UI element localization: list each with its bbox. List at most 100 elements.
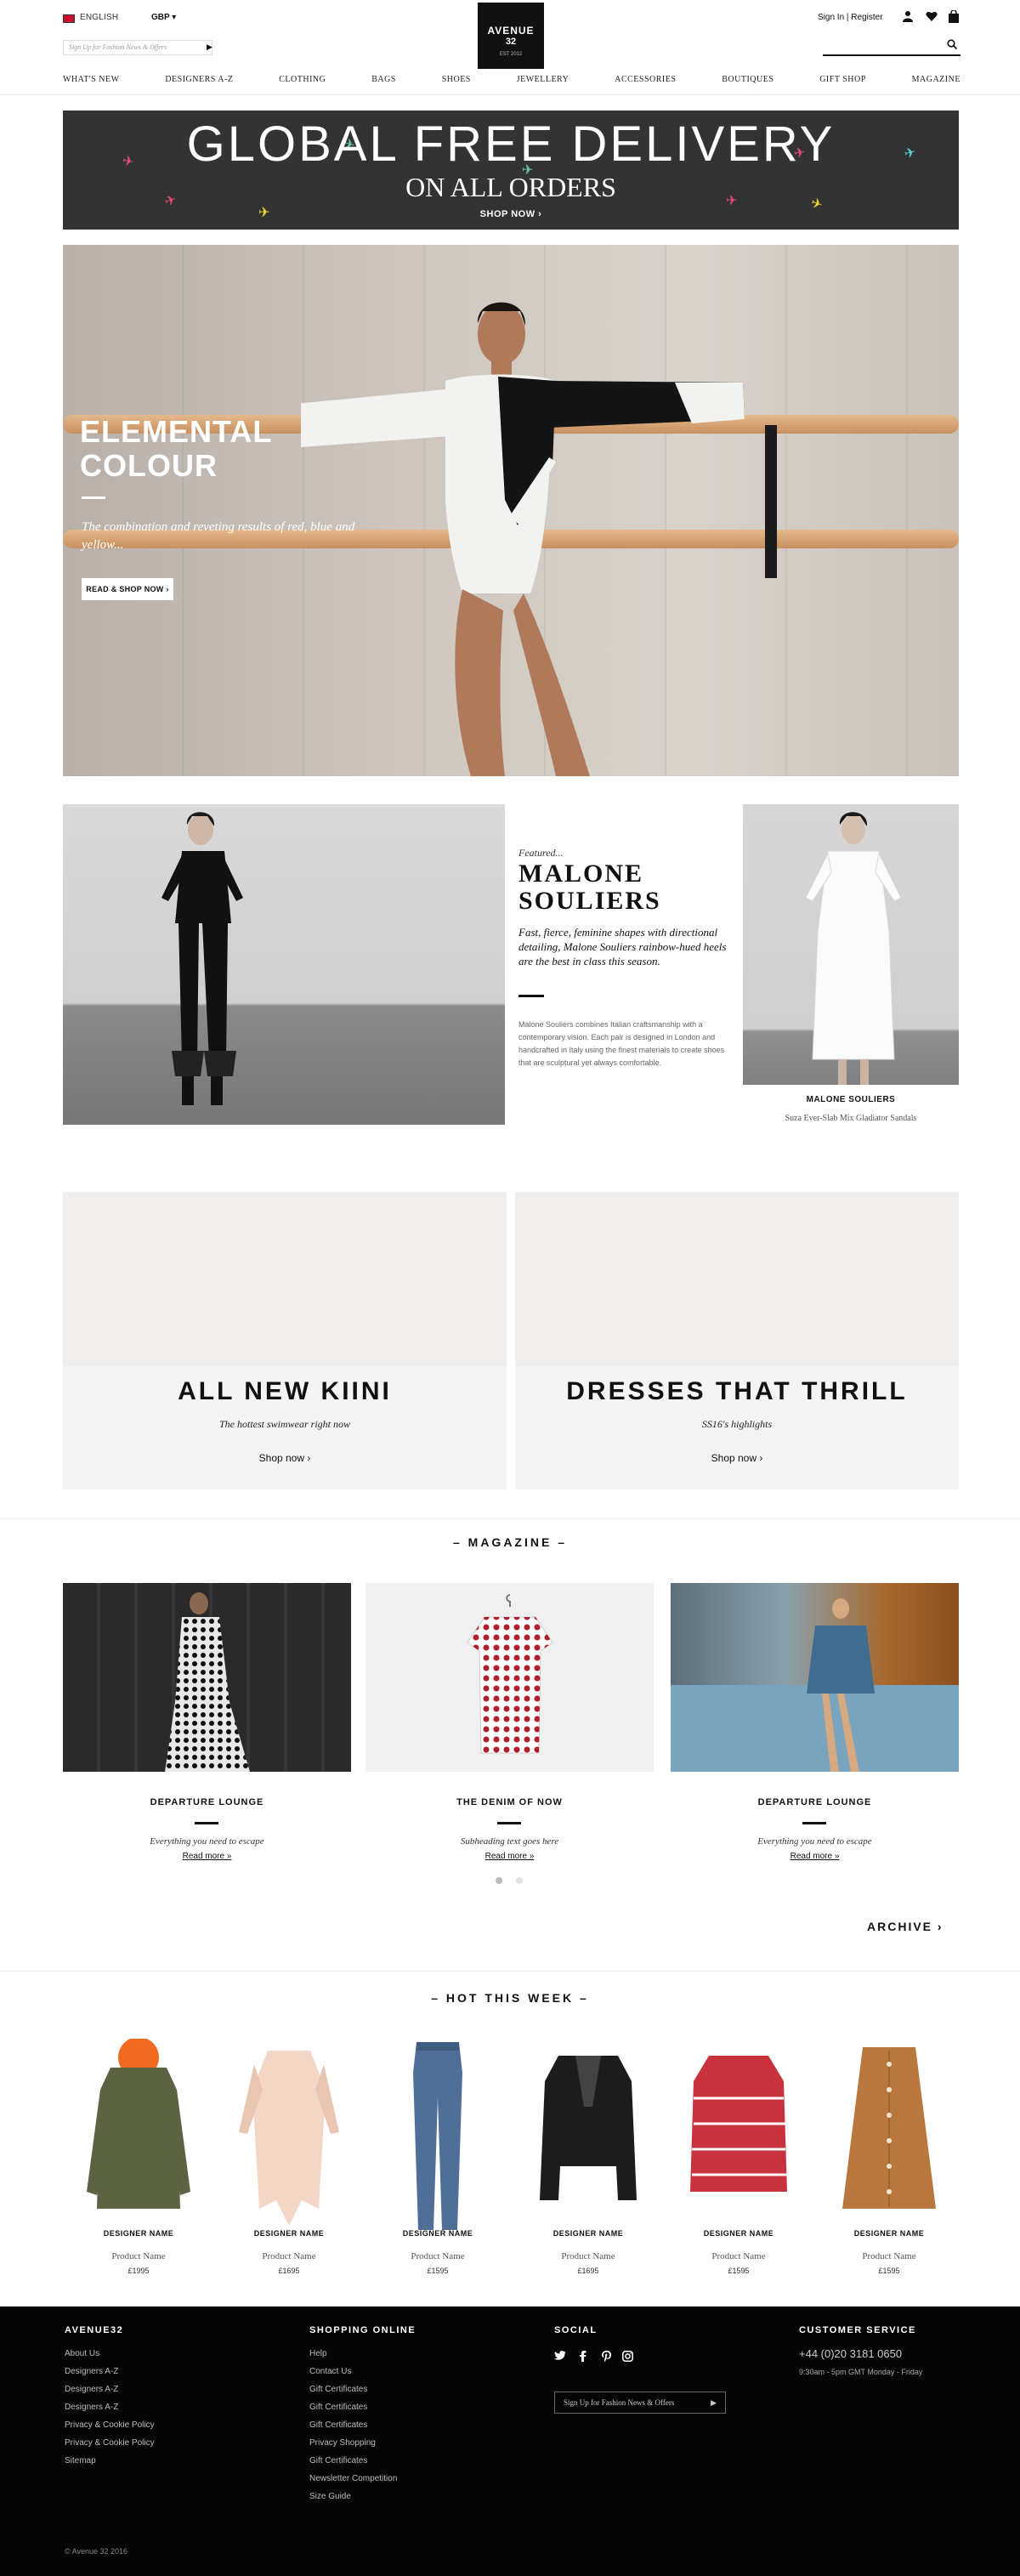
product-designer[interactable]: DESIGNER NAME [363,2229,513,2238]
product-image[interactable] [225,2039,353,2234]
product-name[interactable]: Product Name [513,2251,663,2261]
product-name[interactable]: Product Name [363,2251,513,2261]
site-logo[interactable]: AVENUE 32 EST 2012 [478,3,544,69]
product-designer[interactable]: DESIGNER NAME [814,2229,964,2238]
language-selector[interactable]: ENGLISH [80,13,118,22]
nav-designers[interactable]: Designers A-Z [165,75,233,88]
product-image[interactable] [75,2037,202,2234]
nav-jewellery[interactable]: Jewellery [517,75,570,88]
nav-clothing[interactable]: Clothing [279,75,326,88]
magazine-article-title[interactable]: THE DENIM OF NOW [366,1797,654,1807]
product-price[interactable]: £1595 [664,2267,813,2275]
read-more-link[interactable]: Read more » [63,1852,351,1861]
footer-link[interactable]: Gift Certificates [309,2420,367,2430]
nav-bags[interactable]: Bags [371,75,396,88]
promo-tile-kiini[interactable]: ALL NEW KIINI The hottest swimwear right… [63,1192,507,1489]
featured-description: Fast, fierce, feminine shapes with direc… [518,926,727,967]
footer-link[interactable]: Designers A-Z [65,2403,118,2412]
product-name[interactable]: Product Name [214,2251,364,2261]
search-icon[interactable] [947,39,958,52]
product-price[interactable]: £1595 [814,2267,964,2275]
product-name[interactable]: Product Name [664,2251,813,2261]
product-image[interactable] [675,2039,802,2234]
carousel-dot[interactable] [516,1877,523,1884]
product-price[interactable]: £1995 [64,2267,213,2275]
product-designer[interactable]: DESIGNER NAME [664,2229,813,2238]
promo-image-placeholder [515,1192,959,1366]
footer-link[interactable]: Help [309,2349,327,2358]
twitter-icon[interactable] [554,2351,566,2363]
newsletter-signup-input[interactable]: Sign Up for Fashion News & Offers [63,40,212,55]
free-delivery-banner[interactable]: ✈ ✈ ✈ ✈ ✈ ✈ ✈ ✈ ✈ GLOBAL FREE DELIVERY O… [63,111,959,230]
magazine-section-title: – MAGAZINE – [452,1535,567,1549]
footer-newsletter-input[interactable]: Sign Up for Fashion News & Offers ▶ [554,2392,726,2414]
customer-service-phone[interactable]: +44 (0)20 3181 0650 [799,2347,902,2360]
nav-accessories[interactable]: Accessories [615,75,676,88]
carousel-dot-active[interactable] [496,1877,502,1884]
product-designer[interactable]: DESIGNER NAME [214,2229,364,2238]
account-icon[interactable] [901,10,915,24]
footer-link[interactable]: Privacy & Cookie Policy [65,2420,155,2430]
hero-image[interactable]: ELEMENTAL COLOUR The combination and rev… [63,245,959,776]
footer-link[interactable]: Gift Certificates [309,2385,367,2394]
footer-link[interactable]: Designers A-Z [65,2367,118,2376]
footer-link[interactable]: Sitemap [65,2456,96,2465]
footer-link[interactable]: Size Guide [309,2492,351,2501]
product-price[interactable]: £1695 [214,2267,364,2275]
hero-read-shop-button[interactable]: READ & SHOP NOW › [82,578,173,600]
nav-gift-shop[interactable]: Gift Shop [819,75,866,88]
featured-product-brand[interactable]: MALONE SOULIERS [743,1095,959,1104]
promo-tile-dresses[interactable]: DRESSES THAT THRILL SS16's highlights Sh… [515,1192,959,1489]
product-name[interactable]: Product Name [814,2251,964,2261]
product-image[interactable] [374,2039,502,2234]
footer-link[interactable]: About Us [65,2349,99,2358]
pinterest-icon[interactable] [602,2351,612,2364]
footer-link[interactable]: Privacy & Cookie Policy [65,2438,155,2448]
magazine-card-image[interactable] [366,1583,654,1772]
featured-editorial-image[interactable] [63,804,505,1125]
promo-shop-now-link[interactable]: Shop now › [63,1452,507,1464]
banner-shop-now-link[interactable]: SHOP NOW › [63,209,959,219]
footer-link[interactable]: Newsletter Competition [309,2474,397,2483]
newsletter-arrow-icon[interactable]: ▶ [711,2398,717,2408]
footer-col-title: SHOPPING ONLINE [309,2325,416,2335]
footer-link[interactable]: Designers A-Z [65,2385,118,2394]
featured-product-image[interactable] [743,804,959,1085]
instagram-icon[interactable] [622,2351,633,2364]
promo-shop-now-link[interactable]: Shop now › [515,1452,959,1464]
newsletter-submit-arrow-icon[interactable]: ▶ [207,43,212,52]
signin-register-link[interactable]: Sign In | Register [818,13,883,22]
magazine-article-title[interactable]: DEPARTURE LOUNGE [671,1797,959,1807]
footer-link[interactable]: Privacy Shopping [309,2438,376,2448]
currency-selector[interactable]: GBP ▾ [151,13,176,22]
footer-link[interactable]: Contact Us [309,2367,351,2376]
nav-boutiques[interactable]: Boutiques [722,75,774,88]
uk-flag-icon[interactable] [63,14,75,23]
archive-link[interactable]: ARCHIVE › [867,1920,944,1933]
search-input[interactable] [823,41,960,56]
footer-link[interactable]: Gift Certificates [309,2456,367,2465]
featured-product-name[interactable]: Suza Ever-Slab Mix Gladiator Sandals [743,1114,959,1123]
logo-line-2: 32 [505,37,517,47]
product-image[interactable] [825,2039,953,2234]
product-image[interactable] [524,2039,652,2234]
read-more-link[interactable]: Read more » [366,1852,654,1861]
footer-link[interactable]: Gift Certificates [309,2403,367,2412]
product-designer[interactable]: DESIGNER NAME [513,2229,663,2238]
featured-title[interactable]: MALONE SOULIERS [518,860,731,915]
nav-shoes[interactable]: Shoes [442,75,471,88]
product-name[interactable]: Product Name [64,2251,213,2261]
product-price[interactable]: £1595 [363,2267,513,2275]
magazine-article-title[interactable]: DEPARTURE LOUNGE [63,1797,351,1807]
nav-magazine[interactable]: Magazine [912,75,960,88]
magazine-card-image[interactable] [671,1583,959,1772]
shopping-bag-icon[interactable] [947,9,960,24]
read-more-link[interactable]: Read more » [671,1852,959,1861]
facebook-icon[interactable] [580,2351,586,2364]
product-price[interactable]: £1695 [513,2267,663,2275]
nav-whats-new[interactable]: What's New [63,75,120,88]
wishlist-heart-icon[interactable] [925,10,938,24]
product-designer[interactable]: DESIGNER NAME [64,2229,213,2238]
magazine-card-image[interactable] [63,1583,351,1772]
model-figure [162,812,243,1105]
